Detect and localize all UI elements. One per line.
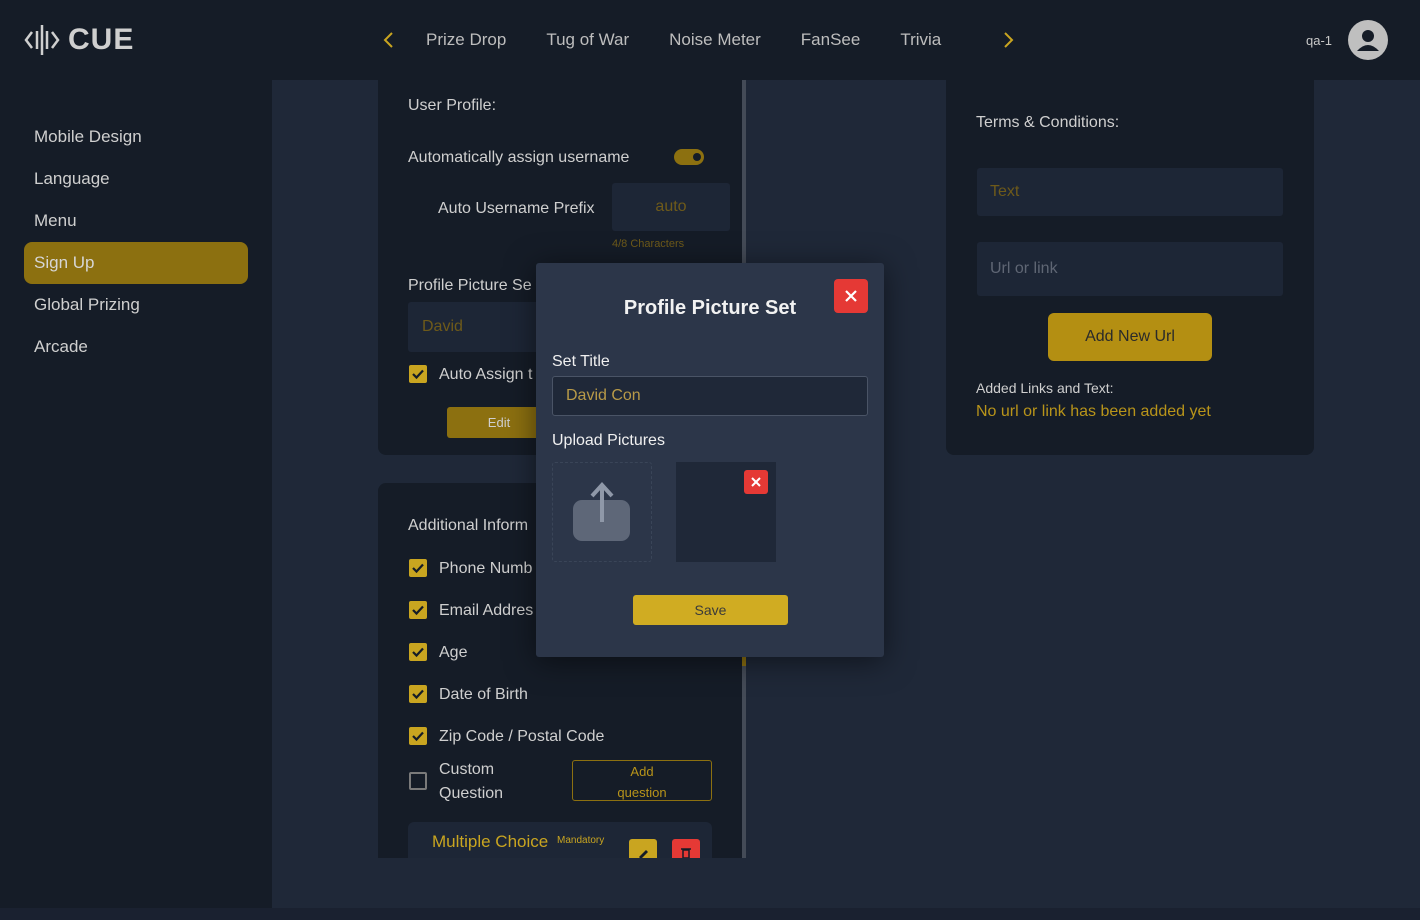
empty-links-message: No url or link has been added yet [976,403,1211,420]
mandatory-badge: Mandatory [557,835,605,846]
nav-prev-button[interactable] [377,28,401,52]
modal-close-button[interactable] [834,279,868,313]
zip-checkbox[interactable] [409,727,427,745]
sidebar-item-global-prizing[interactable]: Global Prizing [24,284,248,326]
set-title-label: Set Title [552,353,610,370]
sidebar-item-sign-up[interactable]: Sign Up [24,242,248,284]
phone-label: Phone Numb [439,560,533,577]
profile-picture-set-modal: Profile Picture Set Set Title David Con … [536,263,884,657]
tab-trivia[interactable]: Trivia [880,28,961,52]
edit-button-label: Edit [487,415,511,430]
terms-title: Terms & Conditions: [976,114,1120,131]
prefix-value: auto [655,198,687,215]
email-checkbox[interactable] [409,601,427,619]
upload-dropzone[interactable] [552,462,652,562]
add-new-url-button[interactable]: Add New Url [1048,313,1212,361]
set-title-value: David Con [566,387,641,404]
terms-url-input[interactable]: Url or link [977,242,1283,296]
upload-icon [573,482,630,541]
nav-next-button[interactable] [996,28,1020,52]
phone-checkbox[interactable] [409,559,427,577]
sidebar: Mobile Design Language Menu Sign Up Glob… [0,80,272,908]
uploaded-picture-thumbnail[interactable] [676,462,776,562]
sidebar-item-menu[interactable]: Menu [24,200,248,242]
close-icon [751,477,761,487]
email-label: Email Addres [439,602,534,619]
avatar[interactable] [1348,20,1388,60]
tab-tug-of-war[interactable]: Tug of War [526,28,649,52]
dob-checkbox[interactable] [409,685,427,703]
user-name: qa-1 [1306,33,1333,48]
sidebar-item-label: Arcade [34,337,88,356]
save-button-label: Save [694,602,727,618]
picture-set-value: David [422,318,463,335]
custom-question-label-line1: Custom [439,761,495,778]
brand-name: CUE [68,23,135,56]
additional-info-title: Additional Inform [408,517,529,534]
sidebar-item-label: Menu [34,211,77,230]
checkmark-icon [412,605,424,616]
custom-question-checkbox[interactable] [409,772,427,790]
remove-picture-button[interactable] [744,470,768,494]
save-button[interactable]: Save [633,595,788,625]
upload-pictures-label: Upload Pictures [552,432,665,449]
tab-noise-meter[interactable]: Noise Meter [649,28,781,52]
chevron-right-icon [1004,32,1014,48]
edit-pencil-icon [639,850,648,858]
sidebar-item-arcade[interactable]: Arcade [24,326,248,368]
question-card: Multiple Choice Mandatory [408,822,712,858]
close-icon [845,290,857,302]
add-question-line2: question [617,785,667,800]
user-avatar-icon [1357,30,1379,51]
terms-text-input[interactable]: Text [977,168,1283,216]
top-bar: CUE Prize Drop Tug of War Noise Meter Fa… [0,0,1420,80]
checkmark-icon [412,731,424,742]
edit-question-button[interactable] [629,839,657,858]
modal-title: Profile Picture Set [623,297,797,319]
sidebar-item-label: Language [34,169,110,188]
auto-assign-checkbox-label: Auto Assign t [439,366,533,383]
logo[interactable]: CUE [24,22,134,58]
logo-waveform-icon [24,25,60,55]
terms-panel: Terms & Conditions: Text Url or link Add… [946,80,1314,455]
footer-strip [0,908,1420,920]
auto-assign-toggle[interactable] [674,149,704,165]
question-card-title: Multiple Choice [432,832,549,851]
sidebar-item-mobile-design[interactable]: Mobile Design [24,116,248,158]
checkmark-icon [412,563,424,574]
delete-question-button[interactable] [672,839,700,858]
checkmark-icon [412,647,424,658]
age-label: Age [439,644,468,661]
age-checkbox[interactable] [409,643,427,661]
terms-url-placeholder: Url or link [990,260,1058,277]
add-question-line1: Add [630,764,654,779]
set-title-input[interactable]: David Con [552,376,868,416]
checkmark-icon [412,689,424,700]
custom-question-label-line2: Question [439,785,504,802]
prefix-label: Auto Username Prefix [438,200,595,217]
prefix-counter: 4/8 Characters [612,238,685,250]
checkmark-icon [412,369,424,380]
picture-set-label: Profile Picture Se [408,277,532,294]
zip-label: Zip Code / Postal Code [439,728,605,745]
tab-prize-drop[interactable]: Prize Drop [406,28,526,52]
chevron-left-icon [383,32,393,48]
added-links-label: Added Links and Text: [976,380,1114,396]
game-tabs: Prize Drop Tug of War Noise Meter FanSee… [406,28,961,52]
sidebar-item-label: Mobile Design [34,127,142,146]
auto-assign-checkbox[interactable] [409,365,427,383]
add-new-url-label: Add New Url [1085,328,1175,345]
tab-fansee[interactable]: FanSee [781,28,881,52]
user-profile-title: User Profile: [408,97,497,114]
terms-text-placeholder: Text [990,183,1020,200]
dob-label: Date of Birth [439,686,528,703]
sidebar-item-language[interactable]: Language [24,158,248,200]
auto-assign-label: Automatically assign username [408,149,630,166]
prefix-input[interactable]: auto [612,183,730,231]
toggle-knob [693,153,701,161]
sidebar-item-label: Global Prizing [34,295,140,314]
add-question-button[interactable]: Add question [572,760,712,801]
trash-icon [681,848,691,858]
sidebar-item-label: Sign Up [34,253,95,272]
